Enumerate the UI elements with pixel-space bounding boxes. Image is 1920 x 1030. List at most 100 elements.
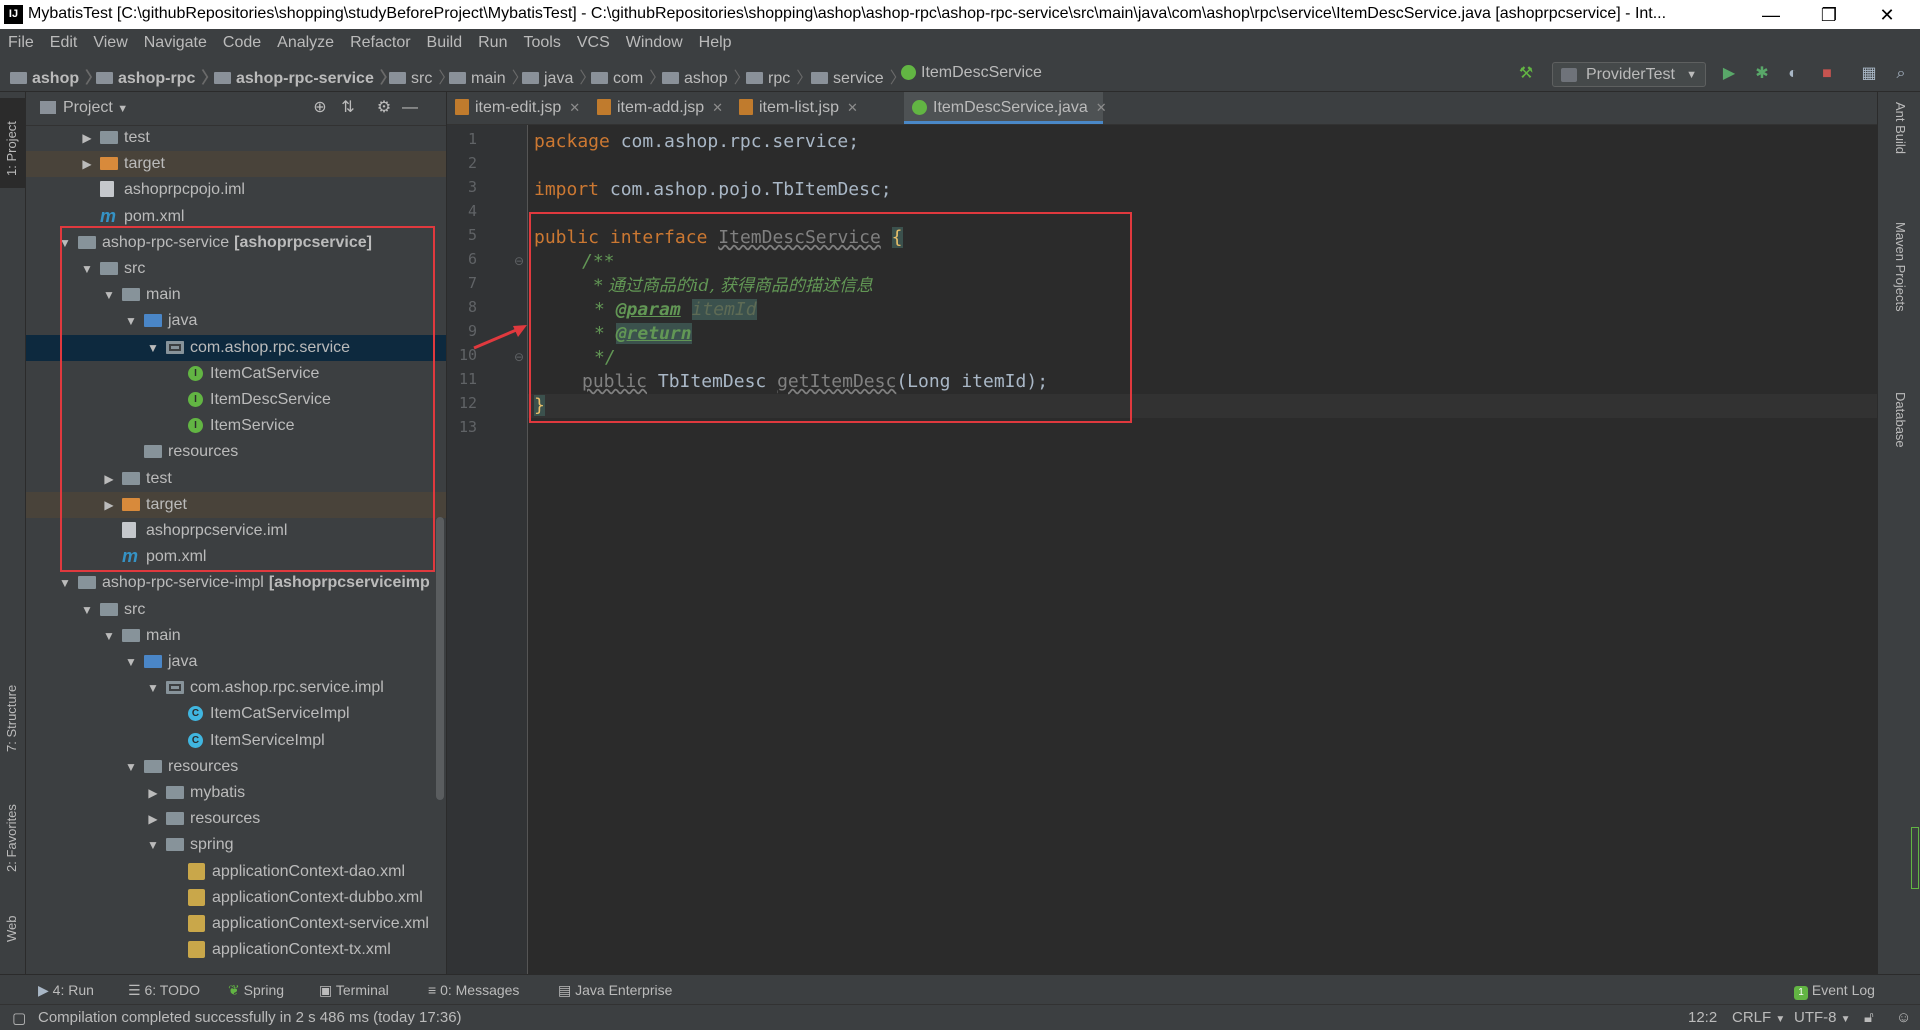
breadcrumb-service[interactable]: service 〉 (811, 64, 906, 88)
tool-window-spring[interactable]: ❦ Spring (228, 982, 284, 999)
breadcrumb-rpc[interactable]: rpc 〉 (746, 64, 812, 88)
fold-icon[interactable]: ⊖ (514, 254, 524, 268)
tree-row[interactable]: ▼ java (26, 649, 446, 675)
tree-row[interactable]: ▼ resources (26, 754, 446, 780)
expanded-arrow-icon[interactable]: ▼ (102, 623, 116, 649)
breadcrumb-ashop[interactable]: ashop 〉 (10, 64, 101, 88)
tree-row[interactable]: ▶ test (26, 125, 446, 151)
tree-scrollbar[interactable] (436, 517, 444, 800)
menu-file[interactable]: File (0, 29, 42, 57)
close-button[interactable]: ✕ (1864, 2, 1910, 28)
run-configuration-select[interactable]: ProviderTest ▼ (1552, 62, 1706, 87)
close-tab-icon[interactable]: ✕ (847, 100, 858, 115)
expanded-arrow-icon[interactable]: ▼ (124, 649, 138, 675)
collapse-all-icon[interactable]: ⇅ (337, 97, 359, 119)
tree-row[interactable]: applicationContext-service.xml (26, 911, 446, 937)
menu-build[interactable]: Build (419, 29, 471, 57)
hide-panel-icon[interactable]: — (399, 97, 421, 119)
tool-window-run[interactable]: ▶ 4: Run (38, 982, 94, 999)
breadcrumb-ashop-rpc-service[interactable]: ashop-rpc-service 〉 (214, 64, 396, 88)
menu-edit[interactable]: Edit (42, 29, 86, 57)
tool-window-event-log[interactable]: 1 Event Log (1794, 982, 1875, 1000)
file-encoding[interactable]: UTF-8 ▼ (1794, 1009, 1851, 1026)
tree-row[interactable]: C ItemServiceImpl (26, 728, 446, 754)
menu-run[interactable]: Run (470, 29, 515, 57)
breadcrumb-java[interactable]: java 〉 (522, 64, 595, 88)
menu-navigate[interactable]: Navigate (136, 29, 215, 57)
menu-tools[interactable]: Tools (515, 29, 568, 57)
tool-tab-maven-projects[interactable]: Maven Projects (1893, 222, 1908, 312)
project-structure-icon[interactable]: ▦ (1858, 63, 1880, 85)
project-view-select[interactable]: Project ▼ (63, 99, 128, 117)
collapsed-arrow-icon[interactable]: ▶ (146, 806, 160, 832)
tree-row[interactable]: applicationContext-dubbo.xml (26, 885, 446, 911)
line-separator[interactable]: CRLF ▼ (1732, 1009, 1785, 1026)
tree-row[interactable]: ▶ resources (26, 806, 446, 832)
tool-window-todo[interactable]: ☰ 6: TODO (128, 982, 200, 999)
tool-tab-web[interactable]: Web (0, 902, 26, 972)
expanded-arrow-icon[interactable]: ▼ (146, 675, 160, 701)
build-hammer-icon[interactable]: ⚒ (1515, 63, 1537, 85)
menu-analyze[interactable]: Analyze (269, 29, 342, 57)
search-icon[interactable]: ⌕ (1890, 63, 1912, 85)
minimize-button[interactable]: — (1748, 2, 1794, 28)
settings-gear-icon[interactable]: ⚙ (373, 97, 395, 119)
locate-target-icon[interactable]: ⊕ (309, 97, 331, 119)
tool-window-terminal[interactable]: ▣ Terminal (319, 982, 389, 999)
toggle-tool-windows-icon[interactable]: ▢ (12, 1009, 26, 1027)
breadcrumb-com[interactable]: com 〉 (591, 64, 665, 88)
stop-icon[interactable]: ■ (1816, 63, 1838, 85)
line-number: 7 (467, 274, 477, 292)
expanded-arrow-icon[interactable]: ▼ (58, 570, 72, 596)
caret-position[interactable]: 12:2 (1688, 1009, 1717, 1026)
tree-row[interactable]: ▶ mybatis (26, 780, 446, 806)
tool-tab-favorites[interactable]: 2: Favorites (0, 782, 26, 882)
tree-row[interactable]: ▼ spring (26, 832, 446, 858)
tree-row[interactable]: C ItemCatServiceImpl (26, 701, 446, 727)
breadcrumb-src[interactable]: src 〉 (389, 64, 454, 88)
tool-window-java-enterprise[interactable]: ▤ Java Enterprise (558, 982, 672, 999)
tool-tab-project[interactable]: 1: Project (0, 98, 26, 188)
tree-row[interactable]: ▼ main (26, 623, 446, 649)
tree-row[interactable]: ▶ target (26, 151, 446, 178)
breadcrumb-itemdescservice[interactable]: ItemDescService (901, 64, 1042, 82)
menu-refactor[interactable]: Refactor (342, 29, 418, 57)
debug-icon[interactable]: ✱ (1751, 63, 1773, 85)
breadcrumb-ashop-pkg[interactable]: ashop 〉 (662, 64, 750, 88)
tool-window-messages[interactable]: ≡ 0: Messages (428, 982, 519, 998)
close-tab-icon[interactable]: ✕ (712, 100, 723, 115)
tab-item-list-jsp[interactable]: item-list.jsp ✕ (731, 92, 864, 124)
tool-tab-ant-build[interactable]: Ant Build (1893, 102, 1908, 154)
menu-vcs[interactable]: VCS (569, 29, 618, 57)
expanded-arrow-icon[interactable]: ▼ (124, 754, 138, 780)
tree-row[interactable]: ▼ src (26, 597, 446, 623)
close-tab-icon[interactable]: ✕ (569, 100, 580, 115)
tab-itemdescservice-java[interactable]: ItemDescService.java ✕ (904, 92, 1107, 124)
tree-row[interactable]: applicationContext-tx.xml (26, 937, 446, 963)
collapsed-arrow-icon[interactable]: ▶ (80, 125, 94, 151)
run-icon[interactable]: ▶ (1718, 63, 1740, 85)
tab-item-add-jsp[interactable]: item-add.jsp ✕ (589, 92, 729, 124)
close-tab-icon[interactable]: ✕ (1096, 100, 1107, 115)
inspector-icon[interactable]: ☺︎ (1896, 1009, 1911, 1026)
collapsed-arrow-icon[interactable]: ▶ (146, 780, 160, 806)
menu-view[interactable]: View (85, 29, 135, 57)
tree-row[interactable]: applicationContext-dao.xml (26, 859, 446, 885)
breadcrumb-main[interactable]: main 〉 (449, 64, 528, 88)
tree-row[interactable]: ashoprpcpojo.iml (26, 177, 446, 203)
menu-help[interactable]: Help (691, 29, 740, 57)
tree-row[interactable]: ▼ com.ashop.rpc.service.impl (26, 675, 446, 701)
lock-icon[interactable]: 🔓︎ (1864, 1009, 1874, 1026)
menu-code[interactable]: Code (215, 29, 269, 57)
menu-window[interactable]: Window (618, 29, 691, 57)
coverage-icon[interactable]: ◐ (1782, 63, 1804, 85)
expanded-arrow-icon[interactable]: ▼ (80, 597, 94, 623)
tool-tab-structure[interactable]: 7: Structure (0, 662, 26, 762)
breadcrumb-ashop-rpc[interactable]: ashop-rpc 〉 (96, 64, 217, 88)
tool-tab-database[interactable]: Database (1893, 392, 1908, 448)
maximize-button[interactable]: ❐ (1806, 2, 1852, 28)
tab-item-edit-jsp[interactable]: item-edit.jsp ✕ (447, 92, 586, 124)
collapsed-arrow-icon[interactable]: ▶ (80, 151, 94, 177)
tree-row[interactable]: ▼ ashop-rpc-service-impl [ashoprpcservicei… (26, 570, 446, 596)
expanded-arrow-icon[interactable]: ▼ (146, 832, 160, 858)
